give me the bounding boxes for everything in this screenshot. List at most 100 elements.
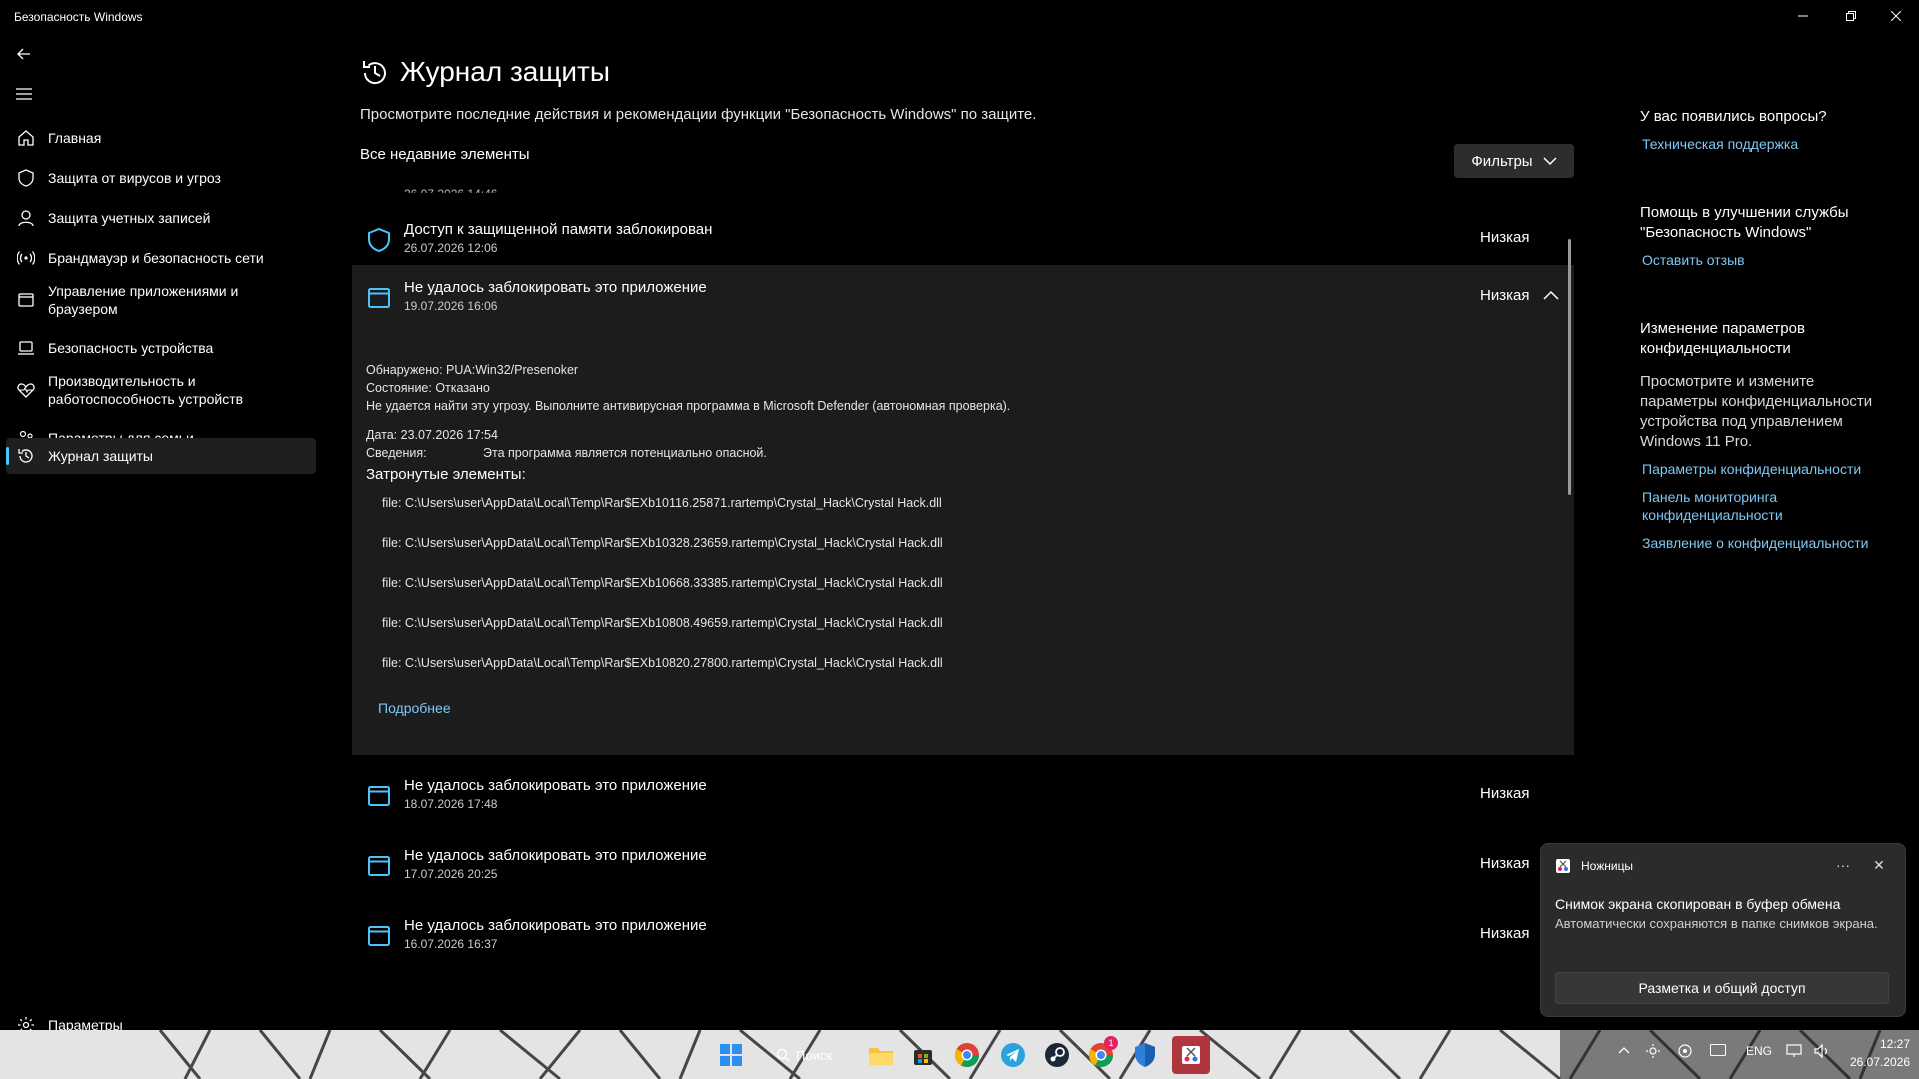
app-browser-icon — [16, 290, 36, 310]
sidebar-item-device-performance[interactable]: Производительность и работоспособность у… — [6, 370, 316, 410]
entry-date: 18.07.2026 17:48 — [404, 797, 498, 811]
notification-more-button[interactable]: ··· — [1831, 854, 1855, 876]
entry-severity: Низкая — [1480, 229, 1530, 246]
home-icon — [16, 128, 36, 148]
minimize-icon — [1798, 15, 1808, 17]
threat-status: Состояние: Отказано — [366, 381, 490, 395]
entry-severity: Низкая — [1480, 785, 1530, 802]
chevron-up-icon[interactable] — [1618, 1044, 1630, 1058]
filters-button[interactable]: Фильтры — [1454, 144, 1574, 178]
affected-file: file: C:\Users\user\AppData\Local\Temp\R… — [382, 496, 942, 510]
privacy-text: Просмотрите и измените параметры конфиде… — [1640, 373, 1873, 450]
history-list: 26.07.2026 14:46 Доступ к защищенной пам… — [352, 189, 1574, 1030]
page-title: Журнал защиты — [400, 56, 610, 87]
entry-title: Доступ к защищенной памяти заблокирован — [404, 221, 713, 238]
history-entry[interactable]: Не удалось заблокировать это приложение … — [352, 833, 1574, 903]
folder-icon — [869, 1048, 893, 1065]
entry-severity: Низкая — [1480, 287, 1530, 304]
search-label: Поиск — [796, 1047, 833, 1063]
more-details-link[interactable]: Подробнее — [378, 700, 451, 716]
history-entry[interactable]: Не удалось заблокировать это приложение … — [352, 903, 1574, 973]
hamburger-icon — [16, 88, 32, 100]
entry-severity: Низкая — [1480, 925, 1530, 942]
chevron-up-icon[interactable] — [1542, 289, 1560, 301]
notification-title: Снимок экрана скопирован в буфер обмена — [1555, 896, 1841, 912]
markup-share-button[interactable]: Разметка и общий доступ — [1555, 972, 1889, 1004]
sidebar-item-label: Защита учетных записей — [48, 210, 211, 226]
sidebar-item-firewall[interactable]: Брандмауэр и безопасность сети — [6, 240, 316, 276]
threat-message: Не удается найти эту угрозу. Выполните а… — [366, 399, 1011, 413]
taskbar-store[interactable] — [906, 1038, 940, 1072]
taskbar-chrome[interactable] — [950, 1038, 984, 1072]
snipping-tool-icon — [1556, 859, 1570, 873]
threat-date: Дата: 23.07.2026 17:54 — [366, 428, 498, 442]
volume-icon[interactable] — [1814, 1043, 1830, 1061]
app-window-icon — [368, 288, 390, 308]
info-value: Эта программа является потенциально опас… — [483, 446, 767, 460]
sidebar-item-label: Производительность и работоспособность у… — [48, 373, 244, 407]
back-arrow-icon — [17, 48, 30, 60]
app-window-icon — [368, 926, 390, 946]
close-window-button[interactable] — [1873, 0, 1919, 32]
privacy-settings-link[interactable]: Параметры конфиденциальности — [1642, 460, 1882, 478]
section-label: Все недавние элементы — [360, 146, 530, 163]
taskbar-steam[interactable] — [1040, 1038, 1074, 1072]
taskbar-telegram[interactable] — [996, 1038, 1030, 1072]
sidebar: Главная Защита от вирусов и угроз Защита… — [0, 34, 330, 1033]
title-bar: Безопасность Windows — [0, 0, 1919, 34]
telegram-icon — [1001, 1043, 1025, 1067]
history-entry-header[interactable]: Не удалось заблокировать это приложение … — [352, 265, 1574, 335]
entry-title: Не удалось заблокировать это приложение — [404, 917, 707, 934]
sidebar-item-label: Управление приложениями и браузером — [48, 283, 239, 317]
system-clock[interactable]: 12:27 26.07.2026 — [1850, 1035, 1910, 1071]
close-icon — [1891, 11, 1901, 21]
network-icon[interactable] — [1786, 1044, 1802, 1061]
page-description: Просмотрите последние действия и рекомен… — [360, 106, 1037, 123]
privacy-statement-link[interactable]: Заявление о конфиденциальности — [1642, 534, 1882, 552]
sidebar-item-account-protection[interactable]: Защита учетных записей — [6, 200, 316, 236]
scrollbar[interactable] — [1568, 239, 1571, 495]
wifi-icon[interactable] — [1678, 1044, 1692, 1061]
brightness-icon[interactable] — [1646, 1044, 1660, 1061]
start-button[interactable] — [714, 1038, 748, 1072]
privacy-dashboard-link[interactable]: Панель мониторинга конфиденциальности — [1642, 488, 1882, 524]
feedback-link[interactable]: Оставить отзыв — [1642, 251, 1882, 269]
taskbar-search[interactable]: Поиск — [776, 1042, 866, 1068]
sidebar-item-app-browser-control[interactable]: Управление приложениями и браузером — [6, 280, 316, 320]
notification-close-button[interactable]: ✕ — [1867, 854, 1891, 876]
taskbar-snipping-tool[interactable] — [1172, 1036, 1210, 1074]
affected-file: file: C:\Users\user\AppData\Local\Temp\R… — [382, 536, 943, 550]
sidebar-item-device-security[interactable]: Безопасность устройства — [6, 330, 316, 366]
app-title: Безопасность Windows — [14, 10, 143, 24]
notification-badge: 1 — [1104, 1036, 1118, 1050]
heart-icon — [16, 380, 36, 400]
app-window-icon — [368, 786, 390, 806]
info-label: Сведения: — [366, 446, 427, 460]
notification-body: Автоматически сохраняются в папке снимко… — [1555, 916, 1878, 931]
history-entry[interactable]: Не удалось заблокировать это приложение … — [352, 763, 1574, 833]
sidebar-item-virus-protection[interactable]: Защита от вирусов и угроз — [6, 160, 316, 196]
sidebar-item-protection-history[interactable]: Журнал защиты — [6, 438, 316, 474]
clock-time: 12:27 — [1879, 1037, 1910, 1051]
sidebar-item-label: Безопасность устройства — [48, 340, 214, 356]
clock-date: 26.07.2026 — [1850, 1055, 1911, 1069]
sidebar-item-home[interactable]: Главная — [6, 120, 316, 156]
snipping-tool-notification[interactable]: Ножницы ··· ✕ Снимок экрана скопирован в… — [1540, 843, 1906, 1017]
taskbar-defender[interactable] — [1128, 1038, 1162, 1072]
keyboard-icon[interactable] — [1710, 1044, 1726, 1059]
history-entry-expanded: Не удалось заблокировать это приложение … — [352, 265, 1574, 755]
taskbar-chrome-profile[interactable]: 1 — [1084, 1036, 1118, 1072]
language-indicator[interactable]: ENG — [1746, 1044, 1772, 1058]
restore-button[interactable] — [1828, 0, 1874, 32]
taskbar-file-explorer[interactable] — [864, 1038, 898, 1072]
minimize-button[interactable] — [1780, 0, 1826, 32]
entry-date: 26.07.2026 12:06 — [404, 241, 498, 255]
menu-button[interactable] — [10, 80, 38, 108]
history-icon — [16, 446, 36, 466]
affected-file: file: C:\Users\user\AppData\Local\Temp\R… — [382, 576, 943, 590]
back-button[interactable] — [10, 40, 38, 68]
questions-heading: У вас появились вопросы? — [1640, 108, 1827, 125]
affected-file: file: C:\Users\user\AppData\Local\Temp\R… — [382, 616, 943, 630]
tech-support-link[interactable]: Техническая поддержка — [1642, 135, 1882, 153]
taskbar: Поиск 1 ENG 12:27 26.07.2026 — [0, 1030, 1919, 1079]
